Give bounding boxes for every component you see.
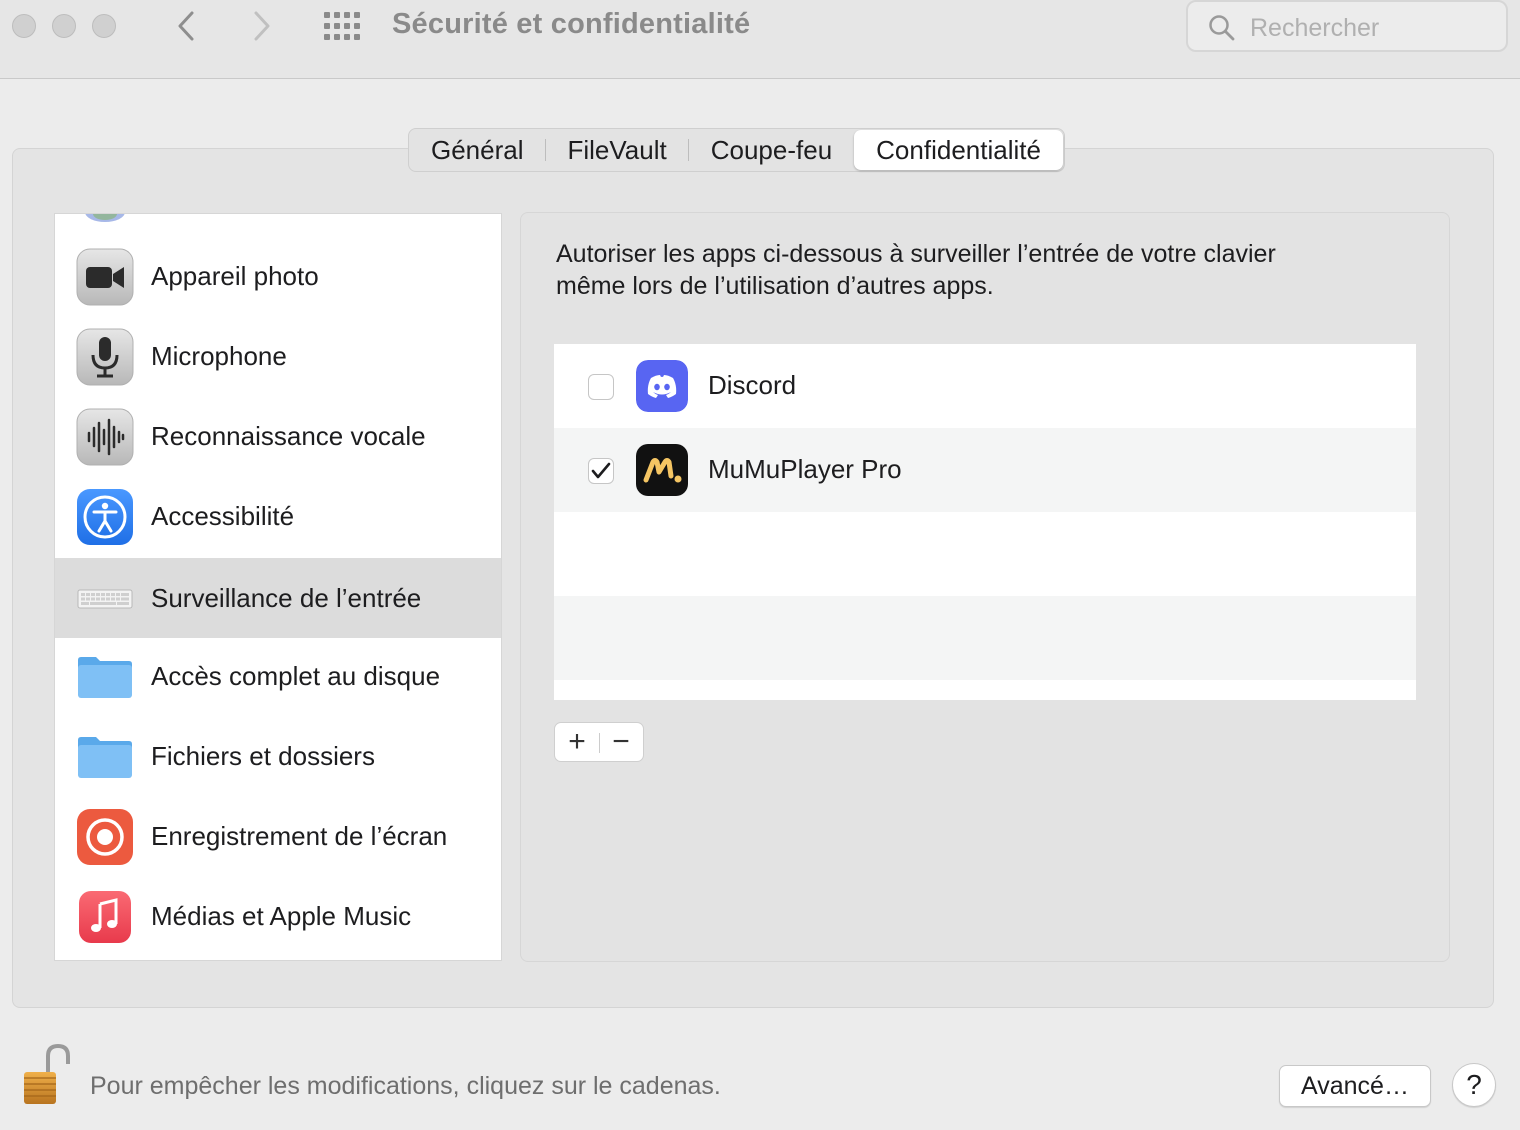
sidebar-item-accessibility[interactable]: Accessibilité <box>55 476 501 556</box>
sidebar-item-label: Médias et Apple Music <box>151 900 412 931</box>
sidebar-item-label: Enregistrement de l’écran <box>151 820 448 851</box>
forward-button[interactable] <box>242 6 282 46</box>
chevron-right-icon <box>254 11 270 41</box>
search-field[interactable] <box>1186 0 1508 52</box>
lock-hint-text: Pour empêcher les modifications, cliquez… <box>90 1072 721 1100</box>
table-row[interactable]: Discord <box>554 344 1416 428</box>
add-app-button[interactable]: + <box>555 723 599 761</box>
window-title: Sécurité et confidentialité <box>392 8 751 40</box>
discord-icon <box>636 360 688 412</box>
accessibility-icon <box>77 489 133 545</box>
sidebar-item-speech-recognition[interactable]: Reconnaissance vocale <box>55 396 501 476</box>
search-icon <box>1209 15 1235 41</box>
folder-icon <box>78 737 132 778</box>
waveform-icon <box>76 408 134 466</box>
minimize-window-button[interactable] <box>52 14 76 38</box>
checkmark-icon <box>591 462 611 479</box>
app-name: Discord <box>708 370 797 400</box>
sidebar-item-label: Fichiers et dossiers <box>151 740 375 771</box>
chevron-left-icon <box>178 11 194 41</box>
search-input[interactable] <box>1248 10 1492 46</box>
app-name: MuMuPlayer Pro <box>708 454 902 484</box>
sidebar-item-label: Microphone <box>151 340 287 371</box>
close-window-button[interactable] <box>12 14 36 38</box>
sidebar-item-label: Accès complet au disque <box>151 660 441 691</box>
folder-icon <box>78 657 132 698</box>
panel-description: Autoriser les apps ci-dessous à surveill… <box>556 240 1276 300</box>
music-icon <box>79 891 131 943</box>
app-list: Discord MuMuPlayer Pro <box>554 344 1416 700</box>
sidebar-item-media-apple-music[interactable]: Médias et Apple Music <box>55 876 501 956</box>
sidebar-item-label: Accessibilité <box>151 500 295 531</box>
sidebar-item-label: Appareil photo <box>151 260 319 291</box>
title-bar: Sécurité et confidentialité <box>0 0 1520 79</box>
tab-general[interactable]: Général <box>409 129 546 171</box>
camera-icon <box>76 248 134 306</box>
remove-app-button[interactable]: − <box>599 723 643 761</box>
grid-icon <box>324 12 360 40</box>
divider <box>599 733 600 753</box>
back-button[interactable] <box>166 6 206 46</box>
screen-record-icon <box>77 809 133 865</box>
sidebar-item-label: Reconnaissance vocale <box>151 420 426 451</box>
advanced-button[interactable]: Avancé… <box>1279 1065 1431 1107</box>
tab-firewall[interactable]: Coupe-feu <box>689 129 854 171</box>
sidebar-item-input-monitoring[interactable]: Surveillance de l’entrée <box>55 558 501 638</box>
zoom-window-button[interactable] <box>92 14 116 38</box>
mumuplayer-icon <box>636 444 688 496</box>
tab-filevault[interactable]: FileVault <box>546 129 689 171</box>
sidebar-item-label: Surveillance de l’entrée <box>151 582 422 613</box>
sidebar-item-camera[interactable]: Appareil photo <box>55 236 501 316</box>
privacy-category-list[interactable]: Appareil photo Microphone Reconnaissance… <box>54 213 502 961</box>
microphone-icon <box>76 328 134 386</box>
sidebar-item-screen-recording[interactable]: Enregistrement de l’écran <box>55 796 501 876</box>
table-row-empty <box>554 512 1416 596</box>
location-icon <box>85 214 125 222</box>
table-row-empty <box>554 596 1416 680</box>
sidebar-item-files-folders[interactable]: Fichiers et dossiers <box>55 716 501 796</box>
discord-checkbox[interactable] <box>588 374 614 400</box>
tab-privacy[interactable]: Confidentialité <box>854 130 1063 170</box>
table-row[interactable]: MuMuPlayer Pro <box>554 428 1416 512</box>
show-all-button[interactable] <box>322 10 366 42</box>
padlock-icon[interactable] <box>20 1042 72 1108</box>
mumuplayer-checkbox[interactable] <box>588 458 614 484</box>
sidebar-item-microphone[interactable]: Microphone <box>55 316 501 396</box>
tab-bar: Général FileVault Coupe-feu Confidential… <box>408 128 1065 172</box>
help-button[interactable]: ? <box>1452 1063 1496 1107</box>
add-remove-control: + − <box>554 722 644 762</box>
partial-list-item[interactable] <box>81 214 129 224</box>
sidebar-item-full-disk-access[interactable]: Accès complet au disque <box>55 636 501 716</box>
keyboard-icon <box>77 589 133 609</box>
